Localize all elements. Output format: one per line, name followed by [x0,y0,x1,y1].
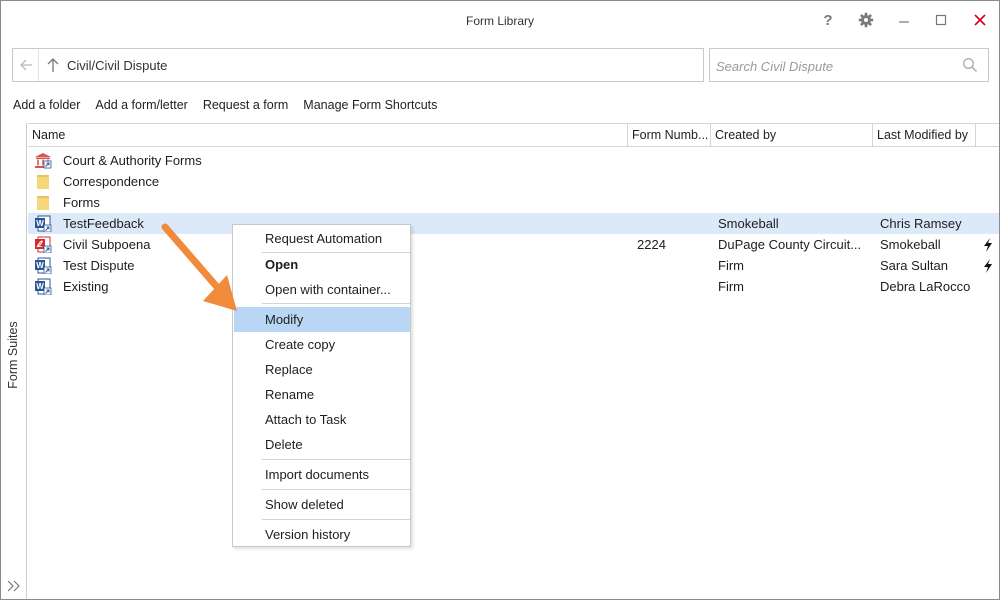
menu-item-open[interactable]: Open [234,252,410,277]
settings-button[interactable] [852,7,880,33]
menu-item-show-deleted[interactable]: Show deleted [234,492,410,517]
form-library-window: Form Library ? Civil/Civil Dispute Searc… [0,0,1000,600]
title-bar: Form Library ? [1,1,999,41]
menu-item-rename[interactable]: Rename [234,382,410,407]
help-icon: ? [823,11,833,29]
table-row[interactable]: Forms [28,192,999,213]
row-last-modified-by: Sara Sultan [880,258,948,273]
back-arrow-icon [19,59,32,71]
address-bar: Civil/Civil Dispute [12,48,704,82]
row-name: Forms [63,195,100,210]
row-form-number: 2224 [637,237,666,252]
search-icon[interactable] [962,57,978,73]
menu-separator [262,489,410,490]
close-icon [974,14,986,26]
row-name: Civil Subpoena [63,237,151,252]
table-row[interactable]: W Test Dispute Firm Sara Sultan [28,255,999,276]
pdf-doc-icon [35,236,52,253]
menu-item-request-automation[interactable]: Request Automation [234,226,410,251]
table-row[interactable]: Correspondence [28,171,999,192]
close-button[interactable] [966,7,994,33]
forms-grid: Name Form Numb... Created by Last Modifi… [28,123,999,599]
form-suites-label: Form Suites [6,321,20,389]
row-last-modified-by: Chris Ramsey [880,216,962,231]
window-title: Form Library [465,14,534,28]
menu-item-attach-to-task[interactable]: Attach to Task [234,407,410,432]
row-created-by: Firm [718,279,744,294]
folder-icon [37,175,49,189]
svg-text:W: W [36,282,44,291]
menu-separator [262,303,410,304]
up-folder-button[interactable] [43,49,63,81]
help-button[interactable]: ? [814,7,842,33]
expand-chevrons-icon[interactable] [6,579,22,593]
minimize-button[interactable] [890,7,918,33]
grid-header: Name Form Numb... Created by Last Modifi… [28,123,999,147]
breadcrumb-path[interactable]: Civil/Civil Dispute [67,58,167,73]
menu-item-modify[interactable]: Modify [234,307,410,332]
folder-icon [37,196,49,210]
row-created-by: Smokeball [718,216,779,231]
automation-bolt-icon [984,259,992,273]
table-row[interactable]: Court & Authority Forms [28,150,999,171]
row-name: Court & Authority Forms [63,153,202,168]
add-form-letter-link[interactable]: Add a form/letter [95,98,187,114]
row-created-by: DuPage County Circuit... [718,237,862,252]
row-name: Correspondence [63,174,160,189]
row-name: Test Dispute [63,258,135,273]
word-doc-icon: W [35,257,52,274]
manage-form-shortcuts-link[interactable]: Manage Form Shortcuts [303,98,437,114]
toolbar: Add a folder Add a form/letter Request a… [13,98,452,114]
form-suites-panel[interactable]: Form Suites [1,123,27,599]
table-row[interactable]: W Existing Firm Debra LaRocco [28,276,999,297]
request-form-link[interactable]: Request a form [203,98,288,114]
column-header-created-by[interactable]: Created by [711,124,873,147]
maximize-button[interactable] [927,7,955,33]
automation-bolt-icon [984,238,992,252]
gear-icon [858,12,874,28]
minimize-icon [899,21,909,23]
maximize-icon [935,14,947,26]
row-last-modified-by: Debra LaRocco [880,279,971,294]
context-menu: Request Automation Open Open with contai… [232,224,411,547]
table-row[interactable]: Civil Subpoena 2224 DuPage County Circui… [28,234,999,255]
menu-item-open-with-container[interactable]: Open with container... [234,277,410,302]
back-button[interactable] [13,49,39,81]
search-box [709,48,989,82]
column-header-form-number[interactable]: Form Numb... [628,124,711,147]
menu-separator [262,459,410,460]
menu-item-delete[interactable]: Delete [234,432,410,457]
menu-item-version-history[interactable]: Version history [234,522,410,547]
row-name: TestFeedback [63,216,144,231]
menu-separator [262,519,410,520]
row-name: Existing [63,279,109,294]
menu-item-import-documents[interactable]: Import documents [234,462,410,487]
row-created-by: Firm [718,258,744,273]
svg-text:W: W [36,219,44,228]
menu-item-replace[interactable]: Replace [234,357,410,382]
column-header-name[interactable]: Name [28,124,628,147]
add-folder-link[interactable]: Add a folder [13,98,80,114]
column-header-last-modified-by[interactable]: Last Modified by [873,124,976,147]
search-input[interactable] [716,56,956,76]
court-building-icon [35,153,52,169]
table-row-selected[interactable]: W TestFeedback Smokeball Chris Ramsey [28,213,999,234]
word-doc-icon: W [35,278,52,295]
up-arrow-icon [47,58,59,72]
word-doc-icon: W [35,215,52,232]
row-last-modified-by: Smokeball [880,237,941,252]
menu-item-create-copy[interactable]: Create copy [234,332,410,357]
svg-text:W: W [36,261,44,270]
